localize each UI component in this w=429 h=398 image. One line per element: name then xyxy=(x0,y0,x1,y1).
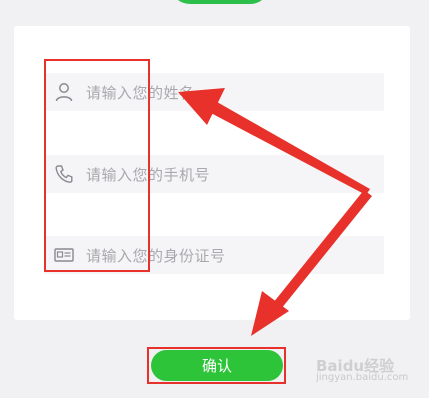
header-decoration xyxy=(170,0,270,4)
baidu-watermark: Baidu经验 jingyan.baidu.com xyxy=(316,357,426,394)
watermark-brand: Baidu经验 xyxy=(316,357,395,375)
icon-highlight-box xyxy=(44,59,150,272)
confirm-button[interactable]: 确认 xyxy=(151,350,283,381)
watermark-url: jingyan.baidu.com xyxy=(316,372,409,383)
